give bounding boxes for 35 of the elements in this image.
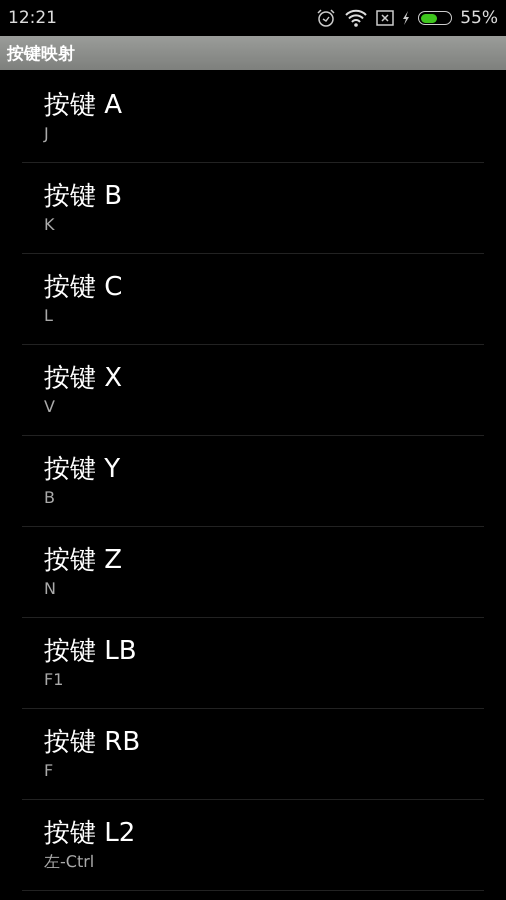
alarm-icon [316,8,336,28]
item-title: 按键 A [44,89,124,122]
item-title: 按键 X [44,362,124,395]
list-item[interactable]: 按键 X V [22,345,484,436]
list-item[interactable]: 按键 Y B [22,436,484,527]
battery-icon [418,11,452,25]
wifi-icon [344,9,368,27]
item-value: L [44,305,54,327]
item-title: 按键 LB [44,635,138,668]
list-item[interactable]: 按键 L2 左-Ctrl [22,800,484,891]
item-value: J [44,123,50,145]
battery-percent: 55% [460,8,498,28]
charging-icon [402,11,410,25]
item-title: 按键 Y [44,453,122,486]
list-item[interactable]: 按键 LB F1 [22,618,484,709]
item-value: 左-Ctrl [44,851,96,873]
item-value: V [44,396,56,418]
item-title: 按键 C [44,271,124,304]
no-sim-icon [376,10,394,26]
list-item[interactable]: 按键 RB F [22,709,484,800]
item-title: 按键 RB [44,726,142,759]
list-item[interactable]: 按键 C L [22,254,484,345]
item-value: B [44,487,56,509]
list-item[interactable]: 按键 A J [22,72,484,163]
item-value: N [44,578,57,600]
clock-time: 12:21 [8,8,57,28]
item-value: F1 [44,669,64,691]
list-item[interactable]: 按键 B K [22,163,484,254]
screen-title: 按键映射 [7,42,75,64]
item-title: 按键 B [44,180,124,213]
item-value: F [44,760,54,782]
item-value: K [44,214,56,236]
item-title: 按键 Z [44,544,124,577]
list-item[interactable]: 按键 Z N [22,527,484,618]
item-title: 按键 L2 [44,817,136,850]
